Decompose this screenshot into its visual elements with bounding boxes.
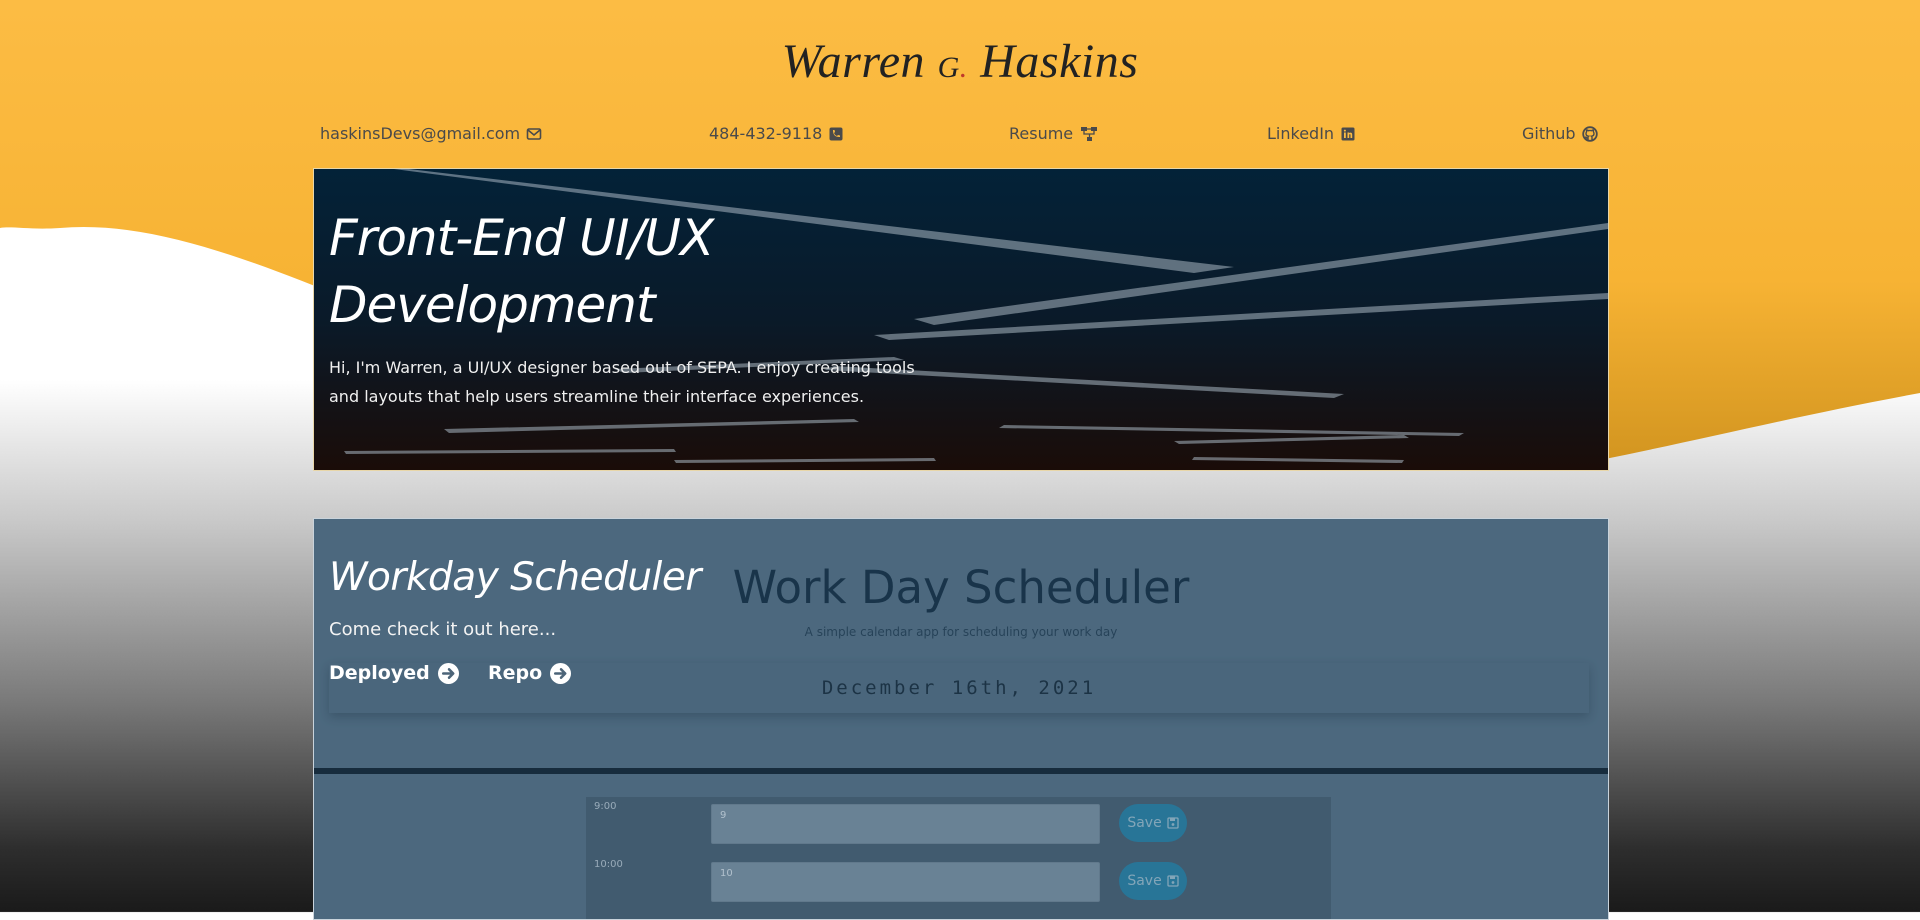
name-last: Haskins bbox=[980, 35, 1139, 88]
hero-desc-line2: and layouts that help users streamline t… bbox=[329, 387, 865, 406]
deployed-label: Deployed bbox=[329, 662, 430, 684]
site-title: Warren G. Haskins bbox=[0, 34, 1920, 89]
hero-title: Front-End UI/UX Development bbox=[329, 205, 929, 339]
hero-description: Hi, I'm Warren, a UI/UX designer based o… bbox=[329, 353, 949, 411]
hero-title-line2: Development bbox=[329, 276, 656, 334]
arrow-circle-right-icon bbox=[550, 662, 572, 684]
email-label: haskinsDevs@gmail.com bbox=[320, 124, 521, 143]
name-first: Warren bbox=[781, 35, 926, 88]
contact-nav: haskinsDevs@gmail.com 484-432-9118 Resum… bbox=[313, 124, 1601, 146]
envelope-icon bbox=[526, 127, 542, 140]
linkedin-label: LinkedIn bbox=[1267, 124, 1335, 143]
hero-desc-line1: Hi, I'm Warren, a UI/UX designer based o… bbox=[329, 358, 915, 377]
hero-title-line1: Front-End UI/UX bbox=[329, 209, 714, 267]
hero-banner: Front-End UI/UX Development Hi, I'm Warr… bbox=[313, 168, 1609, 471]
linkedin-link[interactable]: LinkedIn bbox=[1267, 124, 1356, 143]
name-middle: G bbox=[937, 51, 960, 84]
linkedin-icon bbox=[1341, 127, 1355, 140]
github-label: Github bbox=[1522, 124, 1576, 143]
phone-link[interactable]: 484-432-9118 bbox=[709, 124, 844, 143]
arrow-circle-right-icon bbox=[437, 662, 459, 684]
resume-link[interactable]: Resume bbox=[1009, 124, 1099, 143]
sitemap-icon bbox=[1081, 126, 1098, 141]
resume-label: Resume bbox=[1009, 124, 1074, 143]
project-description: Come check it out here... bbox=[329, 619, 557, 640]
deployed-link[interactable]: Deployed bbox=[329, 662, 459, 684]
project-title: Workday Scheduler bbox=[329, 555, 701, 600]
github-link[interactable]: Github bbox=[1522, 124, 1598, 143]
name-dot: . bbox=[959, 51, 968, 84]
repo-label: Repo bbox=[488, 662, 543, 684]
email-link[interactable]: haskinsDevs@gmail.com bbox=[320, 124, 542, 143]
project-card-workday-scheduler: Work Day Scheduler A simple calendar app… bbox=[313, 518, 1609, 920]
phone-icon bbox=[829, 127, 843, 140]
repo-link[interactable]: Repo bbox=[488, 662, 572, 684]
github-icon bbox=[1581, 125, 1598, 142]
phone-label: 484-432-9118 bbox=[709, 124, 823, 143]
